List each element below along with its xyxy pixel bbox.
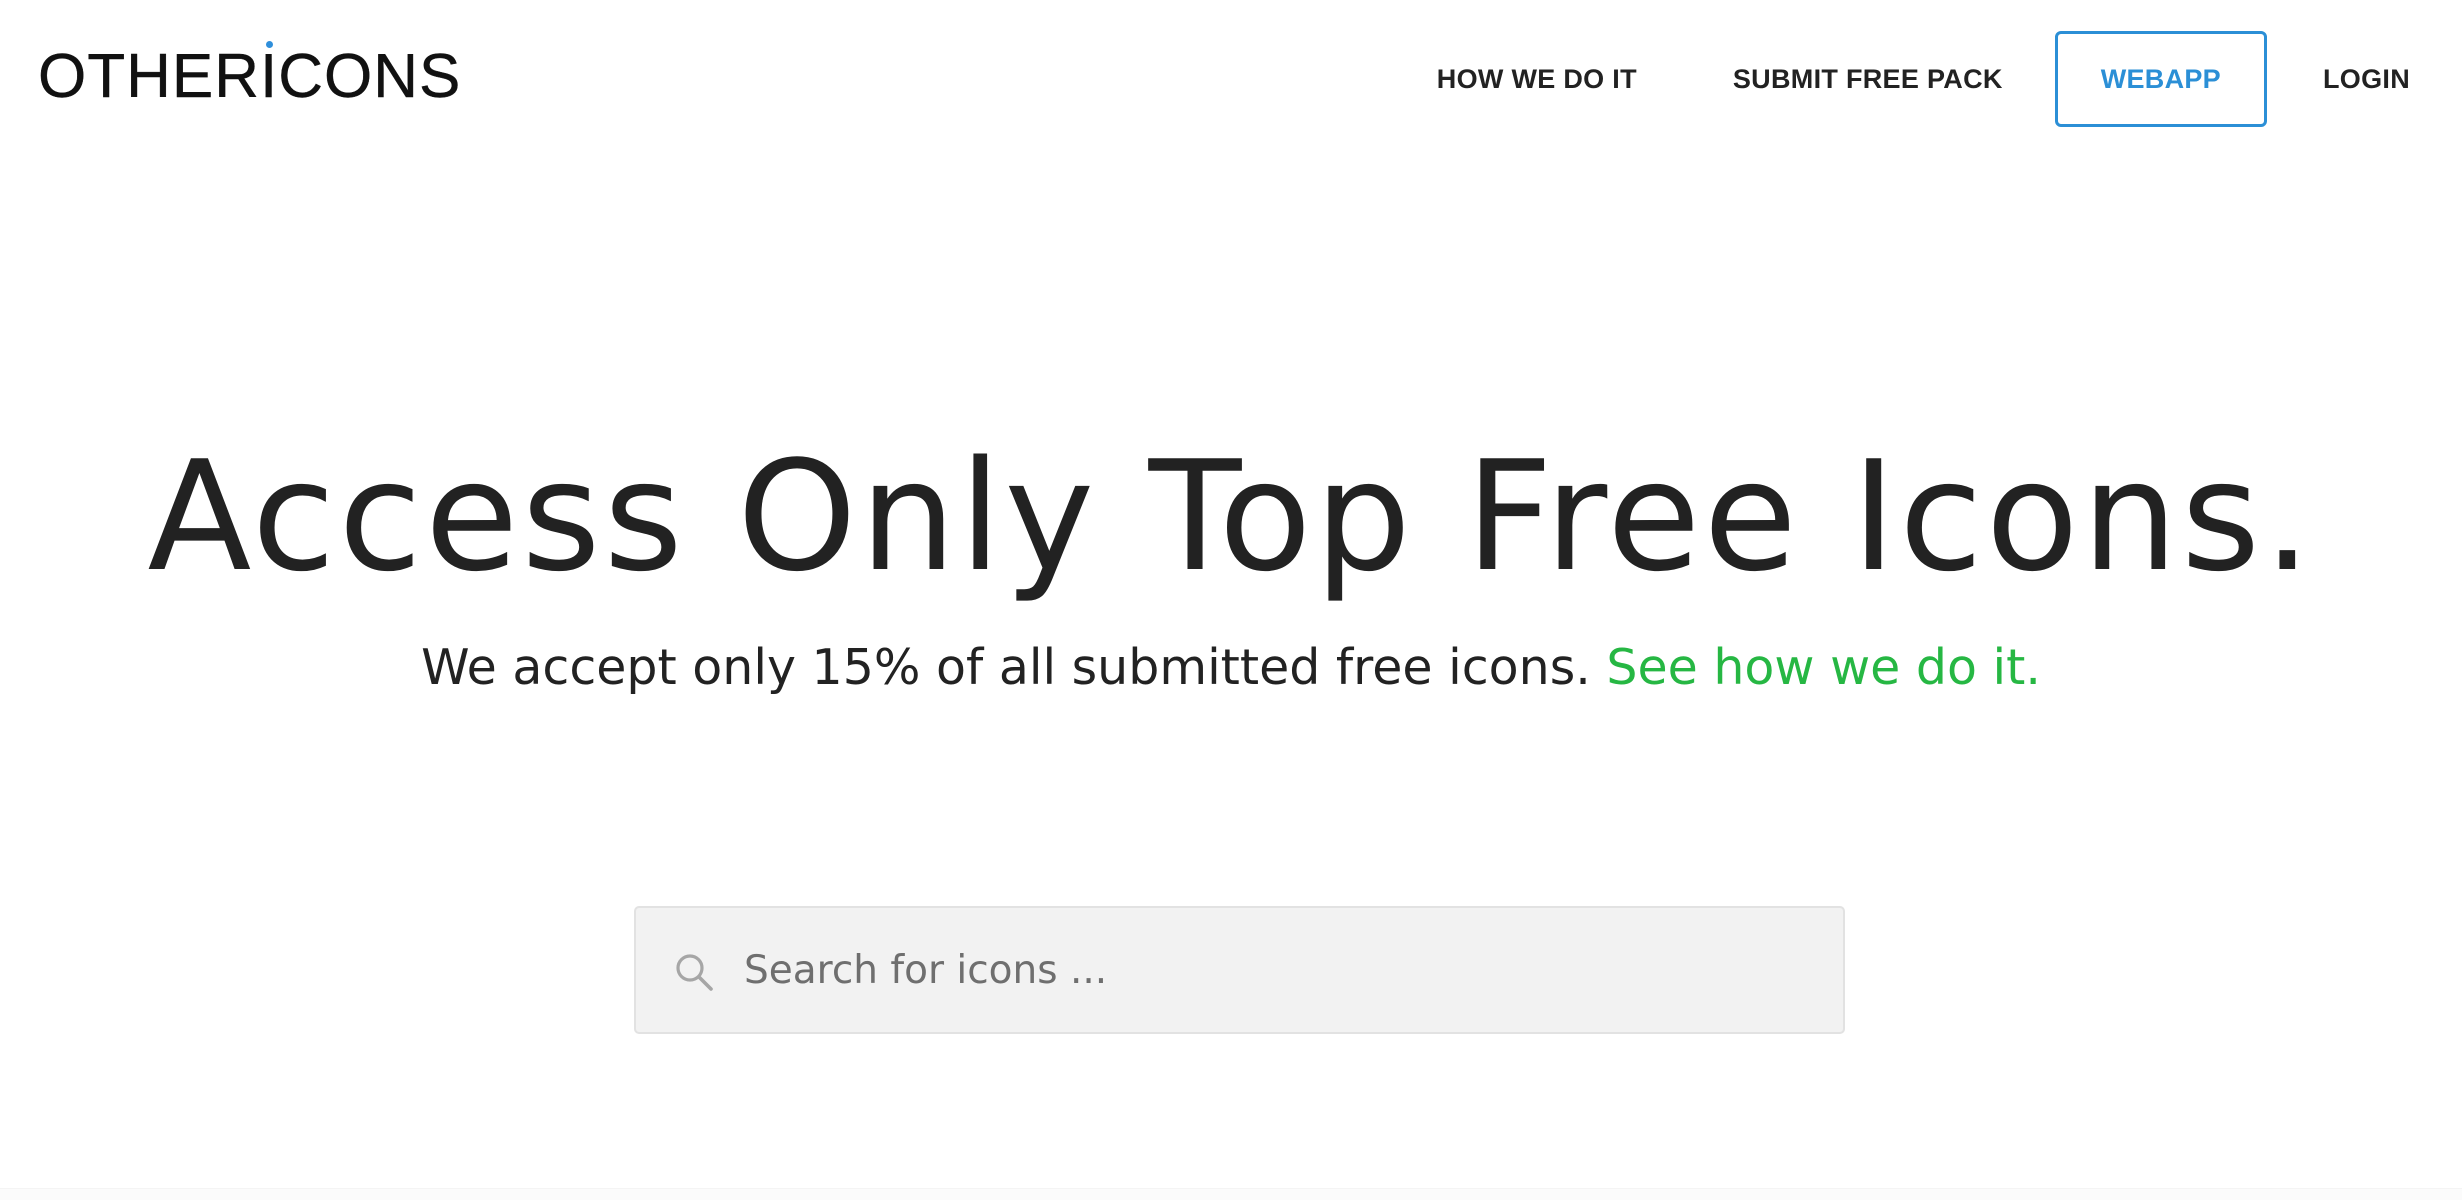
- nav-submit-free-pack[interactable]: SUBMIT FREE PACK: [1685, 31, 2051, 127]
- search-icon: [676, 954, 713, 991]
- how-we-do-it-link[interactable]: See how we do it.: [1606, 639, 2041, 696]
- hero-subtitle-text: We accept only 15% of all submitted free…: [421, 639, 1591, 696]
- othericons-logo[interactable]: OTHERICONS: [38, 41, 461, 111]
- logo-dotted-letter: I: [260, 41, 279, 111]
- hero-title: Access Only Top Free Icons.: [147, 428, 2315, 605]
- section-divider: [0, 1188, 2462, 1200]
- site-header: OTHERICONS HOW WE DO IT SUBMIT FREE PACK…: [0, 0, 2462, 158]
- nav-login[interactable]: LOGIN: [2271, 31, 2410, 127]
- hero-subtitle: We accept only 15% of all submitted free…: [0, 636, 2462, 700]
- nav-how-we-do-it[interactable]: HOW WE DO IT: [1437, 31, 1685, 127]
- logo-text-prefix: OTHER: [38, 42, 260, 111]
- search-box[interactable]: [634, 906, 1845, 1034]
- main-nav: HOW WE DO IT SUBMIT FREE PACK WEBAPP LOG…: [1437, 31, 2410, 127]
- logo-text-suffix: CONS: [278, 42, 462, 111]
- nav-webapp-button[interactable]: WEBAPP: [2054, 31, 2267, 127]
- search-input[interactable]: [744, 908, 1824, 1032]
